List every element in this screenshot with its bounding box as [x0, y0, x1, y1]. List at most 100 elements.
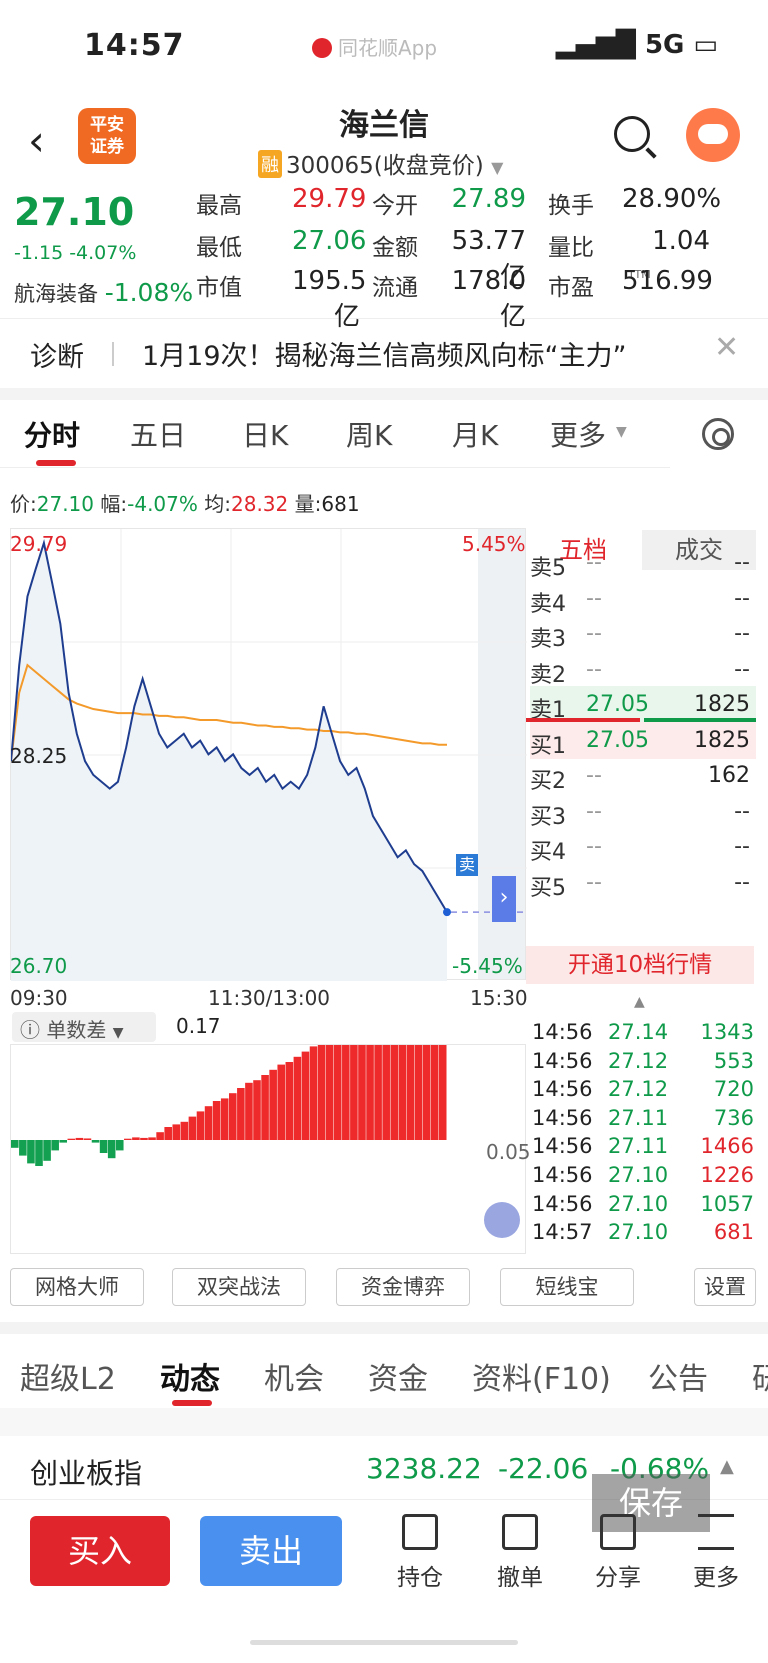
tick-time: 14:57: [532, 1220, 593, 1245]
quote-value: 28.90%: [622, 184, 722, 214]
sector-info[interactable]: 航海装备 -1.08%: [14, 278, 193, 308]
orderbook-volume: 1825: [694, 727, 750, 753]
info-tab-3[interactable]: 资金: [368, 1354, 428, 1398]
indicator-bar: [245, 1082, 253, 1140]
tool-button[interactable]: 网格大师: [10, 1268, 144, 1306]
positions-button[interactable]: 持仓: [380, 1514, 460, 1592]
tick-price: 27.10: [608, 1220, 669, 1245]
tick-price: 27.12: [608, 1077, 669, 1102]
intraday-chart[interactable]: [10, 528, 527, 981]
info-avg: 28.32: [231, 492, 289, 516]
tick-row: 14:57 27.10 681: [532, 1220, 754, 1249]
indicator-value: 0.17: [176, 1014, 221, 1038]
tabs-divider: [0, 467, 670, 468]
indicator-bar: [430, 1015, 439, 1140]
assistant-avatar[interactable]: [686, 108, 740, 162]
indicator-bar: [309, 1046, 318, 1140]
tick-volume: 553: [713, 1048, 754, 1073]
orderbook-price: --: [586, 656, 602, 682]
tab-0[interactable]: 分时: [24, 414, 80, 454]
tab-4[interactable]: 月K: [452, 414, 498, 454]
indicator-bar: [196, 1111, 205, 1140]
scroll-up-icon[interactable]: ▲: [634, 994, 645, 1010]
stock-name: 海兰信: [339, 108, 429, 143]
intraday-chart-svg: [10, 529, 527, 981]
indicator-chart[interactable]: [10, 1012, 526, 1254]
sell-button[interactable]: 卖出: [200, 1516, 342, 1586]
indicator-selector[interactable]: ⓘ 单数差 ▼: [12, 1012, 156, 1042]
undo-icon: [502, 1514, 538, 1550]
tab-3[interactable]: 周K: [346, 414, 392, 454]
tool-button[interactable]: 设置: [694, 1268, 756, 1306]
info-price: 27.10: [36, 492, 95, 516]
tick-row: 14:56 27.14 1343: [532, 1020, 754, 1049]
indicator-bar: [27, 1140, 35, 1164]
status-app-text: 同花顺App: [338, 36, 438, 60]
info-tab-0[interactable]: 超级L2: [20, 1354, 116, 1398]
orderbook-level: 买2: [530, 769, 566, 794]
chevron-up-icon[interactable]: ▲: [720, 1456, 734, 1477]
indicator-bar: [438, 1012, 447, 1140]
gear-icon[interactable]: [702, 418, 734, 450]
indicator-bar: [269, 1069, 277, 1140]
close-icon[interactable]: ✕: [714, 330, 739, 365]
info-tab-2[interactable]: 机会: [264, 1354, 324, 1398]
tab-2[interactable]: 日K: [242, 414, 288, 454]
share-button[interactable]: 分享: [578, 1514, 658, 1592]
quote-value: 27.06: [292, 226, 367, 256]
orderbook-row: 买2 -- 162: [530, 757, 756, 794]
quote-label: 量比: [548, 235, 594, 261]
info-tab-6[interactable]: 研: [752, 1354, 768, 1398]
indicator-bar: [172, 1124, 181, 1140]
indicator-name: 单数差: [46, 1018, 107, 1042]
cancel-order-button[interactable]: 撤单: [480, 1514, 560, 1592]
diagnosis-text[interactable]: 1月19次！揭秘海兰信高频风向标“主力”: [142, 334, 627, 373]
orderbook-level: 买4: [530, 840, 566, 865]
tool-button[interactable]: 短线宝: [500, 1268, 634, 1306]
indicator-bar: [390, 1020, 399, 1140]
quote-label: 市值: [196, 275, 242, 301]
indicator-bar: [19, 1140, 27, 1156]
tab-underline: [36, 460, 76, 466]
quote-value: 178.0亿: [451, 266, 526, 332]
chevron-down-icon: ▼: [112, 1025, 124, 1041]
positions-label: 持仓: [397, 1565, 443, 1591]
fullscreen-icon[interactable]: [484, 1202, 520, 1238]
info-vol: 681: [321, 492, 360, 516]
indicator-bar: [67, 1138, 76, 1140]
tick-row: 14:56 27.10 1057: [532, 1192, 754, 1221]
quote-value: 1.04: [652, 226, 710, 256]
quote-value: 516.99: [622, 266, 713, 296]
sell-marker[interactable]: 卖: [456, 854, 478, 876]
tick-volume: 1226: [700, 1163, 754, 1187]
info-tab-5[interactable]: 公告: [648, 1354, 708, 1398]
more-label: 更多: [693, 1565, 739, 1591]
tool-button[interactable]: 资金博弈: [336, 1268, 470, 1306]
buy-button[interactable]: 买入: [30, 1516, 170, 1586]
quote-value: 27.89: [451, 184, 526, 214]
more-button[interactable]: 更多: [676, 1514, 756, 1592]
indicator-bar: [414, 1017, 423, 1140]
orderbook-row: 卖4 -- --: [530, 580, 756, 617]
last-price-dot: [443, 908, 451, 917]
tab-1[interactable]: 五日: [130, 414, 186, 454]
open-10-level-button[interactable]: 开通10档行情: [526, 946, 754, 984]
tab-5[interactable]: 更多: [550, 414, 606, 454]
expand-orderbook-button[interactable]: ›: [492, 876, 516, 922]
tab2-underline: [172, 1400, 212, 1406]
index-change: -22.06: [498, 1452, 589, 1485]
orderbook-row: 卖3 -- --: [530, 615, 756, 652]
info-amp: -4.07%: [127, 492, 198, 516]
indicator-bar: [406, 1017, 415, 1140]
stock-code-line[interactable]: 融 300065(收盘竞价) ▼: [258, 146, 503, 180]
info-tab-1[interactable]: 动态: [160, 1354, 220, 1398]
orderbook-row: 买1 27.05 1825: [530, 721, 756, 759]
indicator-bar: [99, 1140, 108, 1153]
tick-row: 14:56 27.11 1466: [532, 1134, 754, 1163]
info-tab-4[interactable]: 资料(F10): [472, 1354, 611, 1398]
index-value: 3238.22: [366, 1452, 482, 1485]
search-icon[interactable]: [614, 116, 650, 152]
orderbook-price: --: [586, 834, 602, 859]
indicator-bar: [261, 1075, 269, 1140]
tool-button[interactable]: 双突战法: [172, 1268, 306, 1306]
